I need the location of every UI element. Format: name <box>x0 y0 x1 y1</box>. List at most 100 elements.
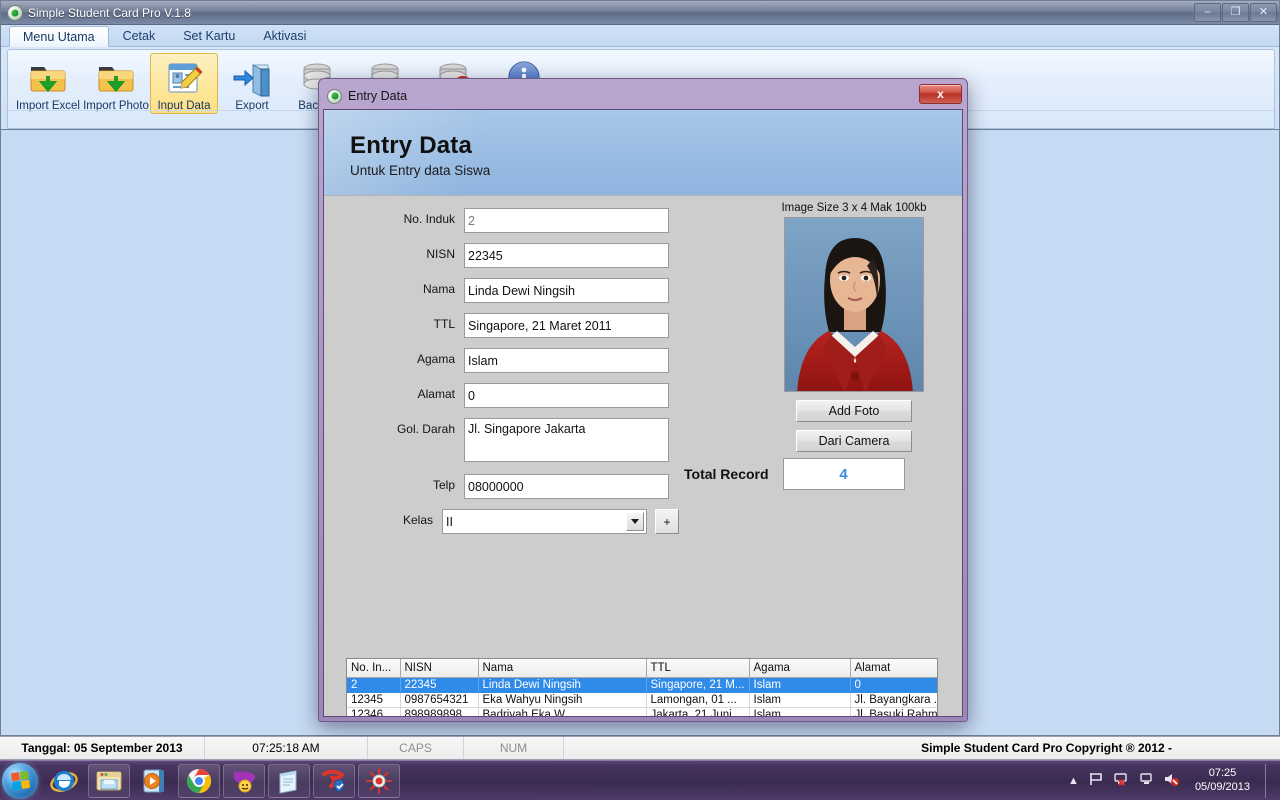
grid-table: No. In... NISN Nama TTL Agama Alamat 2 2… <box>347 659 938 717</box>
field-row-no-induk: No. Induk <box>324 208 679 233</box>
cell-ttl: Jakarta, 21 Juni ... <box>646 707 749 717</box>
defender-shield-icon[interactable] <box>313 764 355 798</box>
dialog-title: Entry Data <box>348 89 407 103</box>
status-caps: CAPS <box>368 737 464 759</box>
field-row-gol-darah: Gol. Darah Jl. Singapore Jakarta <box>324 418 679 462</box>
field-row-agama: Agama <box>324 348 679 373</box>
entry-data-dialog: Entry Data x Entry Data Untuk Entry data… <box>318 78 968 722</box>
dialog-titlebar[interactable]: Entry Data x <box>323 83 963 109</box>
input-agama[interactable] <box>464 348 669 373</box>
tab-menu-utama[interactable]: Menu Utama <box>9 26 109 47</box>
ribbon-button-export[interactable]: Export <box>218 53 286 114</box>
grid-col-nama[interactable]: Nama <box>478 659 646 677</box>
table-row[interactable]: 12345 0987654321 Eka Wahyu Ningsih Lamon… <box>347 692 938 707</box>
taskbar-items <box>43 764 400 798</box>
status-time: 07:25:18 AM <box>205 737 368 759</box>
windows-explorer-folder-icon[interactable] <box>88 764 130 798</box>
network-error-icon[interactable] <box>1113 771 1129 790</box>
input-nama[interactable] <box>464 278 669 303</box>
cell-no-induk: 12346 <box>347 707 400 717</box>
add-kelas-button[interactable]: + <box>655 509 679 534</box>
field-row-alamat: Alamat <box>324 383 679 408</box>
minimize-icon: – <box>1204 7 1210 18</box>
chevron-up-icon[interactable]: ▲ <box>1068 775 1079 787</box>
monitor-icon[interactable] <box>1138 771 1154 790</box>
label-gol-darah: Gol. Darah <box>324 418 464 436</box>
photo-size-caption: Image Size 3 x 4 Mak 100kb <box>754 202 954 214</box>
google-chrome-icon[interactable] <box>178 764 220 798</box>
student-data-grid[interactable]: No. In... NISN Nama TTL Agama Alamat 2 2… <box>346 658 938 717</box>
student-photo[interactable] <box>784 217 924 392</box>
clock-date: 05/09/2013 <box>1195 781 1250 795</box>
label-ttl: TTL <box>324 313 464 331</box>
system-tray: ▲ 07:25 05/09/2013 <box>1068 764 1280 798</box>
grid-col-nisn[interactable]: NISN <box>400 659 478 677</box>
titlebar-gloss <box>1 1 1279 13</box>
tab-aktivasi[interactable]: Aktivasi <box>249 25 320 46</box>
dialog-close-button[interactable]: x <box>919 84 962 104</box>
total-record-value: 4 <box>783 458 905 490</box>
minimize-button[interactable]: – <box>1194 3 1221 22</box>
grid-header-row: No. In... NISN Nama TTL Agama Alamat <box>347 659 938 677</box>
notepad-icon[interactable] <box>268 764 310 798</box>
clock-time: 07:25 <box>1195 767 1250 781</box>
label-kelas: Kelas <box>324 509 442 527</box>
chevron-down-icon[interactable] <box>626 512 644 531</box>
ribbon-button-import-excel[interactable]: Import Excel <box>14 53 82 114</box>
grid-col-alamat[interactable]: Alamat <box>850 659 938 677</box>
dialog-content: No. Induk NISN Nama TTL Agama <box>324 196 962 716</box>
media-player-icon[interactable] <box>133 764 175 798</box>
show-desktop-button[interactable] <box>1265 764 1274 798</box>
label-agama: Agama <box>324 348 464 366</box>
dialog-header-banner: Entry Data Untuk Entry data Siswa <box>324 110 962 196</box>
application-statusbar: Tanggal: 05 September 2013 07:25:18 AM C… <box>0 736 1280 760</box>
dialog-subheading: Untuk Entry data Siswa <box>350 163 962 178</box>
input-nisn[interactable] <box>464 243 669 268</box>
add-foto-button[interactable]: Add Foto <box>796 400 912 422</box>
tab-set-kartu[interactable]: Set Kartu <box>169 25 249 46</box>
dari-camera-button[interactable]: Dari Camera <box>796 430 912 452</box>
export-folder-arrow-icon <box>231 57 273 99</box>
cell-agama: Islam <box>749 692 850 707</box>
cell-nama: Badriyah Eka W <box>478 707 646 717</box>
input-no-induk[interactable] <box>464 208 669 233</box>
ribbon-button-import-photo[interactable]: Import Photo <box>82 53 150 114</box>
grid-col-agama[interactable]: Agama <box>749 659 850 677</box>
grid-col-no-induk[interactable]: No. In... <box>347 659 400 677</box>
dialog-body: Entry Data Untuk Entry data Siswa No. In… <box>323 109 963 717</box>
ribbon-tab-strip: Menu Utama Cetak Set Kartu Aktivasi <box>1 25 1279 47</box>
input-telp[interactable] <box>464 474 669 499</box>
window-controls: – ❐ ✕ <box>1194 3 1277 22</box>
input-ttl[interactable] <box>464 313 669 338</box>
red-target-icon[interactable] <box>358 764 400 798</box>
close-button[interactable]: ✕ <box>1250 3 1277 22</box>
table-row[interactable]: 12346 898989898 Badriyah Eka W Jakarta, … <box>347 707 938 717</box>
folder-import-icon <box>96 57 136 99</box>
window-titlebar: Simple Student Card Pro V.1.8 – ❐ ✕ <box>1 1 1279 25</box>
flag-icon[interactable] <box>1088 771 1104 790</box>
label-alamat: Alamat <box>324 383 464 401</box>
close-icon: ✕ <box>1259 7 1268 18</box>
form-edit-icon <box>164 57 204 99</box>
grid-col-ttl[interactable]: TTL <box>646 659 749 677</box>
ribbon-button-input-data[interactable]: Input Data <box>150 53 218 114</box>
dialog-close-icon: x <box>937 87 944 101</box>
status-tanggal: Tanggal: 05 September 2013 <box>0 737 205 759</box>
tab-cetak[interactable]: Cetak <box>109 25 170 46</box>
folder-import-icon <box>28 57 68 99</box>
label-telp: Telp <box>324 474 464 492</box>
dialog-heading: Entry Data <box>350 132 962 160</box>
table-row[interactable]: 2 22345 Linda Dewi Ningsih Singapore, 21… <box>347 677 938 692</box>
select-kelas[interactable]: II <box>442 509 647 534</box>
internet-explorer-icon[interactable] <box>43 764 85 798</box>
volume-muted-icon[interactable] <box>1163 771 1180 790</box>
taskbar-clock[interactable]: 07:25 05/09/2013 <box>1189 767 1256 795</box>
windows-start-orb-icon[interactable] <box>2 763 38 799</box>
input-gol-darah[interactable]: Jl. Singapore Jakarta <box>464 418 669 462</box>
cell-nama: Linda Dewi Ningsih <box>478 677 646 692</box>
cell-alamat: Jl. Basuki Rahm.. <box>850 707 938 717</box>
cell-no-induk: 12345 <box>347 692 400 707</box>
yahoo-messenger-icon[interactable] <box>223 764 265 798</box>
input-alamat[interactable] <box>464 383 669 408</box>
maximize-button[interactable]: ❐ <box>1222 3 1249 22</box>
